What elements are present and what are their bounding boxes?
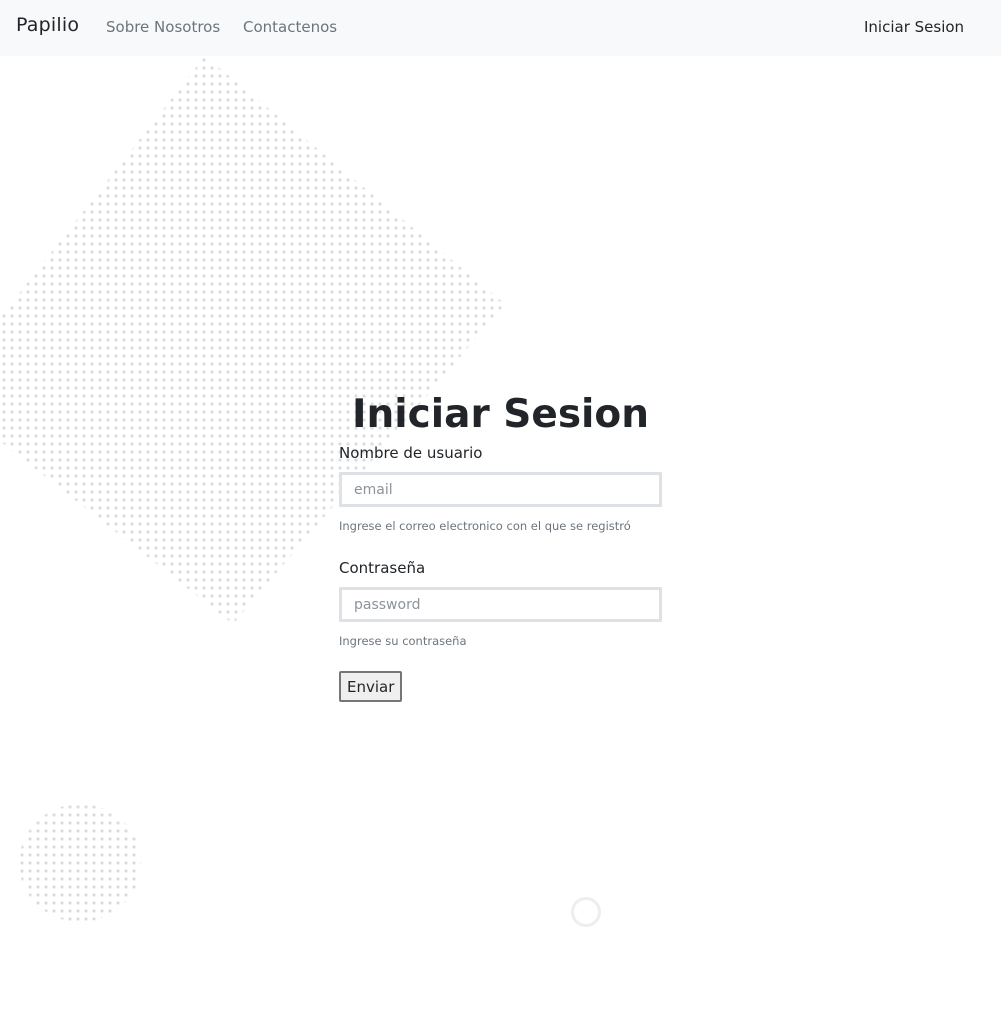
nav-link-contact[interactable]: Contactenos bbox=[243, 18, 337, 36]
dotted-circle-background bbox=[19, 804, 141, 922]
nav-link-login[interactable]: Iniciar Sesion bbox=[864, 18, 964, 36]
submit-button[interactable]: Enviar bbox=[339, 671, 403, 702]
login-form: Nombre de usuario Ingrese el correo elec… bbox=[339, 443, 662, 702]
username-label: Nombre de usuario bbox=[339, 444, 483, 462]
password-input[interactable] bbox=[339, 587, 662, 622]
password-label: Contraseña bbox=[339, 559, 426, 577]
ring-decoration bbox=[571, 897, 601, 927]
page-title: Iniciar Sesion bbox=[352, 392, 649, 437]
navbar: Papilio Sobre Nosotros Contactenos Inici… bbox=[0, 0, 1001, 56]
brand-link[interactable]: Papilio bbox=[16, 14, 79, 36]
username-input[interactable] bbox=[339, 472, 662, 507]
nav-link-about-us[interactable]: Sobre Nosotros bbox=[106, 18, 220, 36]
username-help-text: Ingrese el correo electronico con el que… bbox=[339, 519, 631, 533]
password-help-text: Ingrese su contraseña bbox=[339, 634, 467, 648]
